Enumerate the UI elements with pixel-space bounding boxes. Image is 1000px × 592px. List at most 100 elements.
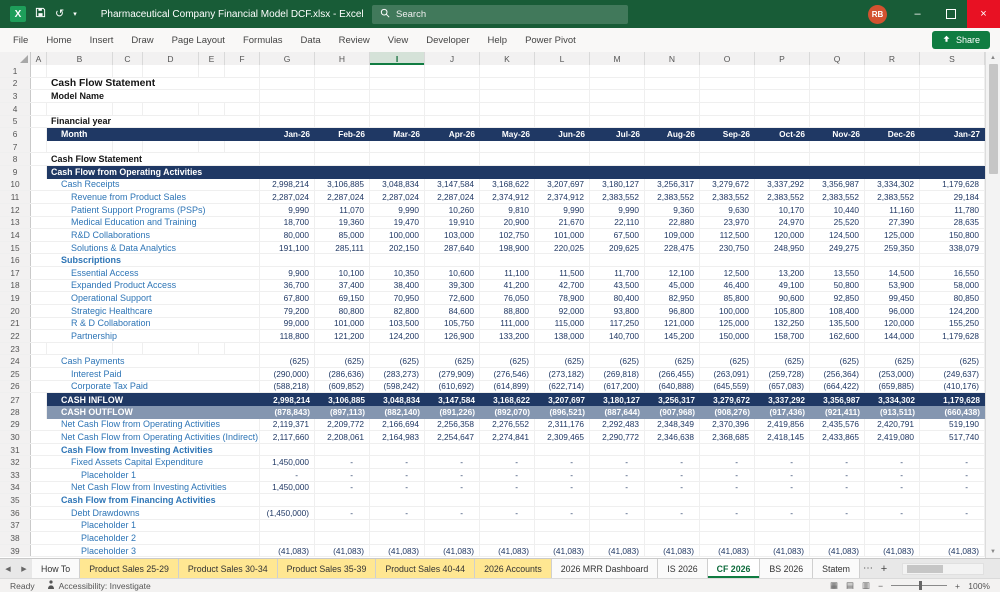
cell[interactable]: 120,000: [755, 229, 810, 241]
zoom-level[interactable]: 100%: [968, 581, 990, 591]
cell[interactable]: -: [370, 506, 425, 519]
cell[interactable]: 2,383,552: [865, 191, 920, 203]
cell[interactable]: 125,000: [865, 229, 920, 241]
ribbon-tab-view[interactable]: View: [379, 28, 417, 52]
row-header-28[interactable]: 28: [0, 405, 31, 419]
row-header-27[interactable]: 27: [0, 393, 31, 406]
ribbon-tab-power-pivot[interactable]: Power Pivot: [516, 28, 585, 52]
cell[interactable]: [370, 342, 425, 355]
cell[interactable]: [700, 519, 755, 532]
cell[interactable]: [143, 102, 199, 115]
cell[interactable]: 121,000: [645, 317, 700, 330]
cell[interactable]: 108,400: [810, 304, 865, 317]
cell[interactable]: 67,500: [590, 229, 645, 241]
cell-label[interactable]: Corporate Tax Paid: [31, 380, 260, 393]
cell[interactable]: Nov-26: [810, 128, 865, 141]
cell[interactable]: [865, 140, 920, 153]
chevron-down-icon[interactable]: ▾: [73, 10, 77, 18]
cell[interactable]: 99,450: [865, 292, 920, 304]
cell[interactable]: 2,418,145: [755, 431, 810, 443]
cell[interactable]: 37,400: [315, 279, 370, 292]
cell[interactable]: (625): [425, 355, 480, 367]
cell[interactable]: [810, 254, 865, 266]
cell-label[interactable]: Operational Support: [31, 292, 260, 304]
cell[interactable]: 162,600: [810, 330, 865, 342]
ribbon-tab-draw[interactable]: Draw: [122, 28, 162, 52]
cell[interactable]: [590, 90, 645, 102]
cell[interactable]: 100,000: [370, 229, 425, 241]
cell[interactable]: 90,600: [755, 292, 810, 304]
sheet-tab-product-sales-25-29[interactable]: Product Sales 25-29: [80, 559, 179, 578]
cell[interactable]: [480, 342, 535, 355]
cell[interactable]: 2,274,841: [480, 431, 535, 443]
cell[interactable]: 150,000: [700, 330, 755, 342]
cell[interactable]: 133,200: [480, 330, 535, 342]
cell[interactable]: [315, 519, 370, 532]
cell[interactable]: [700, 494, 755, 506]
cell[interactable]: [700, 443, 755, 456]
cell[interactable]: -: [645, 481, 700, 494]
cell[interactable]: 145,200: [645, 330, 700, 342]
cell[interactable]: 58,000: [920, 279, 985, 292]
cell[interactable]: (878,843): [260, 406, 315, 419]
cell[interactable]: -: [590, 469, 645, 481]
cell[interactable]: [535, 494, 590, 506]
ribbon-tab-review[interactable]: Review: [330, 28, 379, 52]
cell[interactable]: 43,500: [590, 279, 645, 292]
cell[interactable]: -: [425, 506, 480, 519]
cell[interactable]: -: [425, 456, 480, 468]
cell[interactable]: 109,000: [645, 229, 700, 241]
cell[interactable]: 191,100: [260, 241, 315, 254]
column-header-e[interactable]: E: [199, 52, 225, 65]
cell[interactable]: 82,950: [645, 292, 700, 304]
cell[interactable]: 249,275: [810, 241, 865, 254]
cell[interactable]: [480, 65, 535, 77]
cell[interactable]: [645, 443, 700, 456]
cell[interactable]: [425, 65, 480, 77]
cell[interactable]: (253,000): [865, 368, 920, 380]
cell[interactable]: [700, 115, 755, 128]
cell[interactable]: Dec-26: [865, 128, 920, 141]
cell[interactable]: Feb-26: [315, 128, 370, 141]
cell[interactable]: [590, 254, 645, 266]
cell[interactable]: -: [590, 481, 645, 494]
cell[interactable]: [645, 254, 700, 266]
cell[interactable]: [225, 342, 260, 355]
cell[interactable]: 80,800: [315, 304, 370, 317]
cell[interactable]: 519,190: [920, 418, 985, 431]
cell[interactable]: [480, 494, 535, 506]
cell[interactable]: 23,970: [700, 216, 755, 229]
cell-label[interactable]: Net Cash Flow from Operating Activities …: [31, 431, 260, 443]
cell[interactable]: [31, 140, 47, 153]
cell[interactable]: 338,079: [920, 241, 985, 254]
cell[interactable]: 2,254,647: [425, 431, 480, 443]
cell[interactable]: -: [755, 481, 810, 494]
cell[interactable]: (269,818): [590, 368, 645, 380]
cell[interactable]: [810, 140, 865, 153]
cell[interactable]: (41,083): [480, 544, 535, 557]
cell[interactable]: May-26: [480, 128, 535, 141]
cell[interactable]: -: [370, 456, 425, 468]
cell[interactable]: [260, 254, 315, 266]
cell[interactable]: 2,433,865: [810, 431, 865, 443]
ribbon-tab-developer[interactable]: Developer: [417, 28, 478, 52]
ribbon-tab-insert[interactable]: Insert: [81, 28, 123, 52]
cell[interactable]: 3,356,987: [810, 393, 865, 406]
cell[interactable]: [920, 443, 985, 456]
row-header-3[interactable]: 3: [0, 90, 31, 102]
sheet-tab-bs-2026[interactable]: BS 2026: [760, 559, 814, 578]
cell[interactable]: 2,209,772: [315, 418, 370, 431]
cell[interactable]: 2,287,024: [315, 191, 370, 203]
cell-label[interactable]: Placeholder 1: [31, 469, 260, 481]
cell[interactable]: 2,374,912: [480, 191, 535, 203]
cell[interactable]: 25,520: [810, 216, 865, 229]
undo-icon[interactable]: ↺: [55, 8, 64, 20]
cell[interactable]: [370, 443, 425, 456]
cell[interactable]: [755, 115, 810, 128]
cell[interactable]: [260, 102, 315, 115]
cell[interactable]: (256,364): [810, 368, 865, 380]
cell[interactable]: [425, 90, 480, 102]
cell[interactable]: [590, 494, 645, 506]
cell[interactable]: 12,500: [700, 267, 755, 279]
cell[interactable]: 2,419,856: [755, 418, 810, 431]
